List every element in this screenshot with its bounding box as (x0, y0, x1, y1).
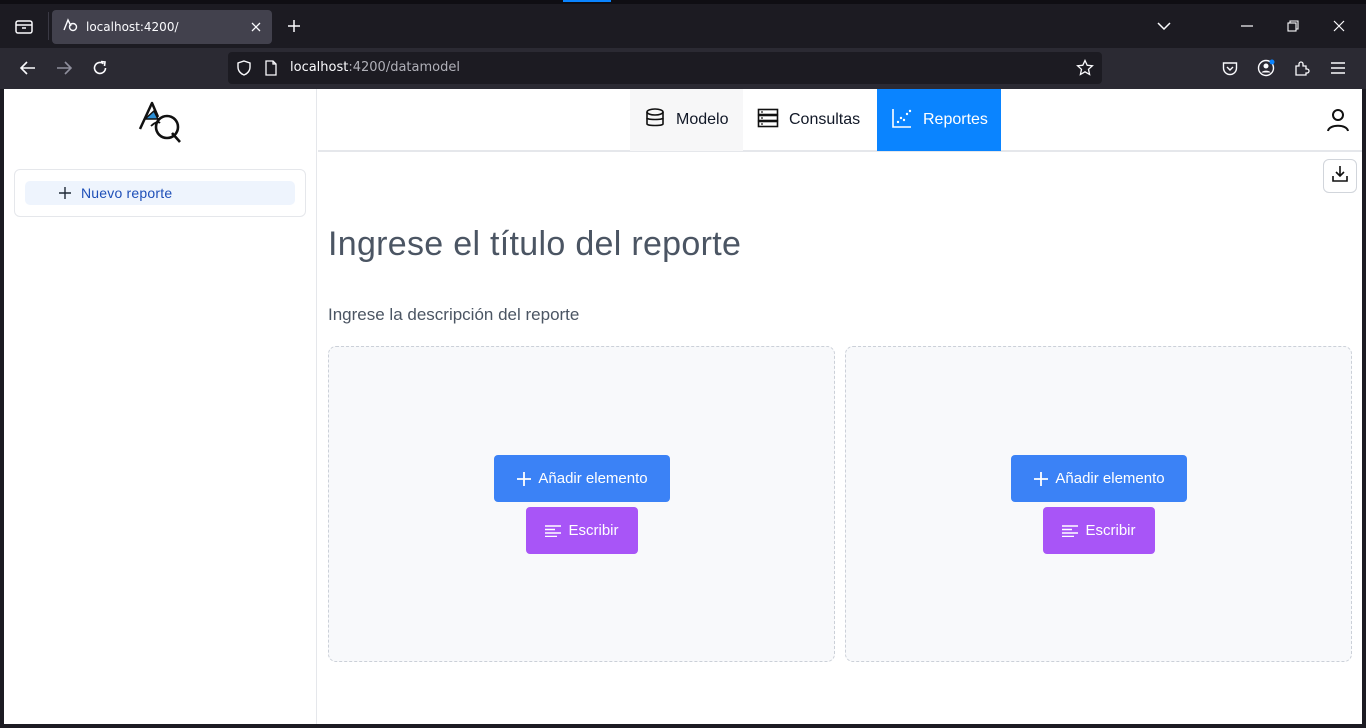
restore-icon[interactable] (1279, 12, 1307, 40)
tab-title: localhost:4200/ (86, 20, 179, 34)
app-logo (136, 99, 186, 145)
pocket-icon[interactable] (1216, 54, 1244, 82)
window-border-bottom (0, 724, 1366, 728)
write-button[interactable]: Escribir (526, 507, 638, 554)
add-element-label: Añadir elemento (538, 470, 648, 487)
browser-titlebar: localhost:4200/ (0, 0, 1366, 48)
page-info-icon[interactable] (264, 60, 278, 80)
text-lines-icon (1062, 524, 1079, 537)
report-title[interactable]: Ingrese el título del reporte (328, 225, 741, 264)
download-icon (1331, 165, 1349, 187)
download-button[interactable] (1323, 159, 1357, 193)
write-label: Escribir (1085, 522, 1136, 539)
new-report-label: Nuevo reporte (81, 185, 173, 201)
tab-consultas-label: Consultas (789, 111, 861, 128)
report-slot: Añadir elemento Escribir (845, 346, 1352, 662)
user-profile-icon[interactable] (1324, 106, 1352, 134)
window-close-icon[interactable] (1325, 12, 1353, 40)
url-text[interactable]: localhost:4200/datamodel (290, 60, 460, 75)
bookmark-star-icon[interactable] (1076, 58, 1094, 81)
back-arrow-icon[interactable] (14, 54, 42, 82)
extensions-icon[interactable] (1288, 54, 1316, 82)
chart-scatter-icon (891, 107, 923, 134)
tab-modelo-label: Modelo (676, 111, 729, 128)
add-element-button[interactable]: Añadir elemento (1011, 455, 1187, 502)
server-icon (757, 108, 789, 133)
plus-icon (1034, 471, 1049, 486)
app-page: Nuevo reporte Modelo Consultas Reportes (4, 89, 1362, 724)
new-report-button[interactable]: Nuevo reporte (25, 181, 295, 205)
new-tab-icon[interactable] (282, 14, 306, 38)
top-navigation: Modelo Consultas Reportes (318, 89, 1362, 152)
minimize-icon[interactable] (1233, 12, 1261, 40)
tab-list-icon[interactable] (8, 12, 40, 40)
url-path: :4200/datamodel (348, 60, 460, 75)
tab-reportes-label: Reportes (923, 111, 988, 128)
report-slot: Añadir elemento Escribir (328, 346, 835, 662)
menu-icon[interactable] (1324, 54, 1352, 82)
forward-arrow-icon[interactable] (50, 54, 78, 82)
tab-close-icon[interactable] (246, 17, 266, 37)
write-button[interactable]: Escribir (1043, 507, 1155, 554)
add-element-button[interactable]: Añadir elemento (494, 455, 670, 502)
address-bar[interactable]: localhost:4200/datamodel (228, 52, 1102, 84)
url-host: localhost (290, 60, 349, 75)
add-element-label: Añadir elemento (1055, 470, 1165, 487)
window-border-left (0, 89, 4, 728)
report-list-card: Nuevo reporte (14, 169, 306, 217)
browser-navbar: localhost:4200/datamodel (0, 48, 1366, 89)
browser-tab[interactable]: localhost:4200/ (52, 10, 272, 44)
titlebar-accent (563, 0, 611, 2)
tab-modelo[interactable]: Modelo (630, 89, 743, 151)
text-lines-icon (545, 524, 562, 537)
tab-favicon-icon (62, 17, 78, 37)
tab-consultas[interactable]: Consultas (743, 89, 877, 151)
write-label: Escribir (568, 522, 619, 539)
tab-overflow-chevron-icon[interactable] (1150, 12, 1178, 40)
database-icon (644, 107, 676, 134)
plus-icon (58, 185, 72, 199)
reload-icon[interactable] (86, 54, 114, 82)
report-description[interactable]: Ingrese la descripción del reporte (328, 305, 579, 325)
tab-reportes[interactable]: Reportes (877, 89, 1001, 151)
window-border-right (1362, 89, 1366, 728)
titlebar-separator (48, 12, 49, 40)
account-icon[interactable] (1252, 54, 1280, 82)
titlebar-top-edge (0, 0, 1366, 4)
shield-icon[interactable] (236, 60, 252, 80)
sidebar: Nuevo reporte (4, 89, 317, 724)
plus-icon (517, 471, 532, 486)
